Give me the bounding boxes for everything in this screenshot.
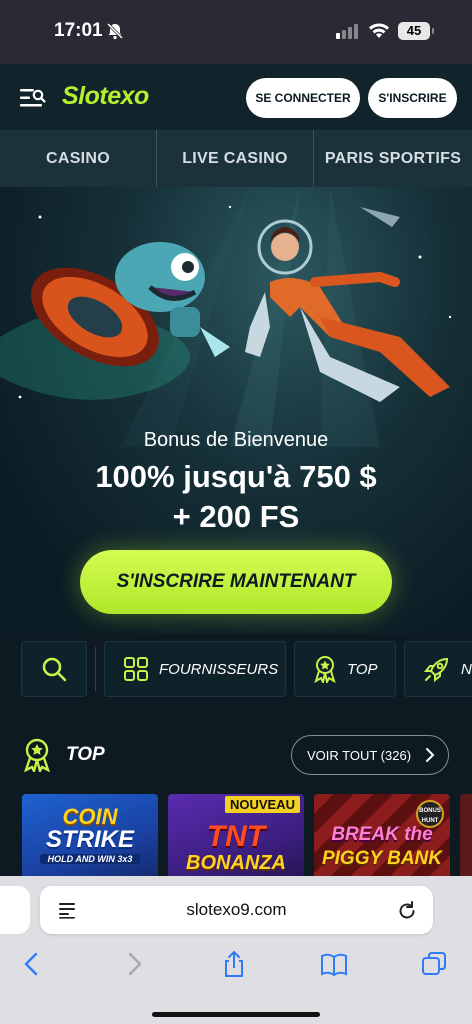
bonus-amount: 100% jusqu'à 750 $ + 200 FS — [0, 457, 472, 537]
new-filter[interactable]: NO — [404, 641, 472, 697]
grid-icon — [124, 657, 148, 681]
search-button[interactable] — [21, 641, 87, 697]
back-icon[interactable] — [18, 950, 46, 978]
game-title-line-1: BREAK the — [331, 824, 433, 845]
register-now-button[interactable]: S'INSCRIRE MAINTENANT — [80, 550, 392, 614]
browser-toolbar: slotexo9.com — [0, 876, 472, 1024]
share-icon[interactable] — [220, 950, 248, 978]
search-icon — [42, 657, 67, 682]
bonus-line-1: 100% jusqu'à 750 $ — [95, 459, 377, 494]
game-subtitle: HOLD AND WIN 3x3 — [40, 854, 140, 864]
view-all-label: VOIR TOUT (326) — [307, 747, 412, 763]
signal-icon — [336, 24, 358, 39]
battery-icon: 45 — [398, 22, 434, 40]
register-button[interactable]: S'INSCRIRE — [368, 78, 457, 118]
previous-tab-preview[interactable] — [0, 886, 30, 934]
status-bar: 17:01 45 — [0, 0, 472, 64]
divider — [95, 647, 96, 691]
reload-icon[interactable] — [397, 899, 417, 921]
page: 17:01 45 Slotexo SE CONNECTER S'INSCRIRE — [0, 0, 472, 1024]
chevron-right-icon — [426, 748, 435, 762]
game-title-line-2: PIGGY BANK — [321, 848, 442, 869]
game-title-line-1: TNT — [206, 820, 266, 853]
status-time: 17:01 — [54, 20, 103, 41]
bonus-subtitle: Bonus de Bienvenue — [143, 429, 329, 451]
site-logo[interactable]: Slotexo — [62, 82, 149, 111]
address-bar[interactable]: slotexo9.com — [40, 886, 433, 934]
top-filter[interactable]: TOP — [294, 641, 396, 697]
award-icon — [24, 738, 50, 772]
hero-banner: Bonus de Bienvenue 100% jusqu'à 750 $ + … — [0, 187, 472, 634]
wifi-icon — [369, 23, 389, 38]
menu-search-icon[interactable] — [20, 88, 46, 108]
bonus-line-2: + 200 FS — [172, 499, 300, 534]
new-badge: NOUVEAU — [224, 796, 300, 813]
home-indicator — [152, 1012, 320, 1017]
url-text: slotexo9.com — [186, 900, 287, 919]
game-title-line-2: BONANZA — [186, 852, 286, 874]
bookmarks-icon[interactable] — [320, 950, 348, 978]
top-label: TOP — [347, 660, 378, 678]
site-header: Slotexo SE CONNECTER S'INSCRIRE — [0, 64, 472, 130]
tab-live-casino[interactable]: LIVE CASINO — [157, 130, 314, 187]
login-button[interactable]: SE CONNECTER — [246, 78, 360, 118]
providers-label: FOURNISSEURS — [159, 660, 279, 678]
new-label: NO — [461, 660, 472, 678]
filter-bar: FOURNISSEURS TOP NO — [0, 641, 472, 697]
award-icon — [314, 656, 336, 683]
main-nav: CASINO LIVE CASINO PARIS SPORTIFS — [0, 130, 472, 187]
rocket-icon — [423, 657, 449, 683]
tab-sports-betting[interactable]: PARIS SPORTIFS — [314, 130, 472, 187]
hero-illustration — [0, 187, 452, 447]
providers-filter[interactable]: FOURNISSEURS — [104, 641, 286, 697]
view-all-button[interactable]: VOIR TOUT (326) — [291, 735, 449, 775]
tab-casino[interactable]: CASINO — [0, 130, 157, 187]
forward-icon[interactable] — [120, 950, 148, 978]
section-title-top: TOP — [66, 744, 105, 765]
game-title-line-2: STRIKE — [45, 826, 134, 853]
tabs-icon[interactable] — [420, 950, 448, 978]
bell-muted-icon — [106, 22, 124, 40]
